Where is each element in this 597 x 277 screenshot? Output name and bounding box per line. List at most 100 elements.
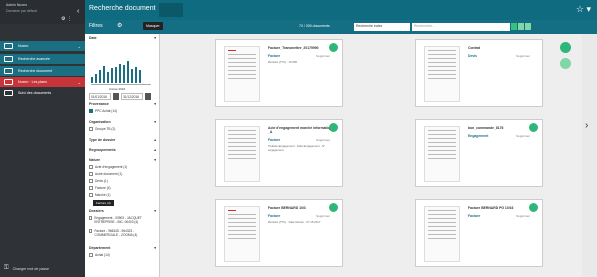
filter-departement-header[interactable]: Département ▾ xyxy=(89,246,156,250)
checkbox[interactable] xyxy=(89,193,93,197)
change-password-link[interactable]: ⚿ Changer mot de passe xyxy=(4,265,49,272)
checkbox[interactable] xyxy=(89,127,93,131)
document-thumbnail[interactable] xyxy=(424,46,460,102)
filter-checkbox[interactable]: Groupe TB (2) xyxy=(89,127,115,131)
filters-toggle[interactable]: Filtres xyxy=(89,23,103,29)
more-options-icon[interactable]: ⚙ ⋮ xyxy=(61,16,72,22)
result-card[interactable]: Contrat Devis Supprimer xyxy=(415,39,543,107)
card-status[interactable]: Supprimer xyxy=(316,54,330,58)
result-card[interactable]: Acte d'engagement marché informatique _A… xyxy=(215,119,343,187)
calendar-icon[interactable] xyxy=(145,93,151,100)
card-status[interactable]: Supprimer xyxy=(516,54,530,58)
filter-checkbox[interactable]: Autre document (1) xyxy=(89,172,122,176)
table-view-icon[interactable] xyxy=(525,23,531,30)
filter-checkbox[interactable]: PPC Achat (14) xyxy=(89,109,117,113)
chevron-down-icon[interactable]: ▾ xyxy=(154,102,156,106)
sidebar-item-nuxeo[interactable]: Nuxeo ⌄ xyxy=(0,41,85,51)
checkbox[interactable] xyxy=(89,165,93,169)
card-status[interactable]: Supprimer xyxy=(516,214,530,218)
sidebar-item-recherche-document[interactable]: Recherche document xyxy=(0,66,85,76)
tab-active[interactable] xyxy=(159,3,183,17)
card-title: Facture BERNARD PG 10/16 xyxy=(468,206,514,210)
histogram-bar[interactable] xyxy=(99,70,101,83)
document-thumbnail[interactable] xyxy=(424,206,460,262)
card-status[interactable]: Supprimer xyxy=(516,134,530,138)
chevron-down-icon[interactable]: ▾ xyxy=(154,209,156,213)
list-view-icon[interactable] xyxy=(518,23,524,30)
chevron-down-icon[interactable]: ▾ xyxy=(154,246,156,250)
checkbox[interactable] xyxy=(89,253,93,257)
checkbox[interactable] xyxy=(89,216,93,220)
chevron-down-icon[interactable]: ▾ xyxy=(154,36,156,40)
result-card[interactable]: Facture BERNARD PG 10/16 Facture Supprim… xyxy=(415,199,543,267)
document-thumbnail[interactable] xyxy=(424,126,460,182)
filter-provenance-header[interactable]: Provenance ▾ xyxy=(89,102,156,106)
filter-nature-header[interactable]: Nature ▾ xyxy=(89,158,156,162)
histogram-bar[interactable] xyxy=(103,65,105,83)
filter-checkbox[interactable]: Facture - 966345 - 964323 - COMMERCIALE … xyxy=(89,229,155,237)
share-icon[interactable] xyxy=(329,43,338,52)
checkbox[interactable] xyxy=(89,179,93,183)
histogram-bar[interactable] xyxy=(95,73,97,83)
date-to-input[interactable]: 31/12/2016 xyxy=(121,93,143,100)
filter-type-dossier-header[interactable]: Type de dossier ▴ xyxy=(89,138,156,142)
share-icon[interactable] xyxy=(529,203,538,212)
add-document-icon[interactable] xyxy=(560,42,571,53)
histogram-bar[interactable] xyxy=(127,61,129,83)
histogram-bar[interactable] xyxy=(139,70,141,83)
histogram-bar[interactable] xyxy=(135,67,137,83)
sidebar-item-suivi[interactable]: Suivi des documents xyxy=(0,88,85,98)
chevron-down-icon[interactable]: ⌄ xyxy=(78,44,81,49)
chevron-down-icon[interactable]: ▾ xyxy=(154,120,156,124)
document-thumbnail[interactable] xyxy=(224,126,260,182)
sort-select[interactable]: Recherche index xyxy=(354,23,410,31)
share-icon[interactable] xyxy=(529,123,538,132)
histogram-bar[interactable] xyxy=(91,76,93,83)
document-thumbnail[interactable] xyxy=(224,46,260,102)
sidebar-item-plans[interactable]: Nuxeo · Les plans ⌄ xyxy=(0,77,85,87)
search-input[interactable]: Rechercher... xyxy=(412,23,510,31)
filter-checkbox[interactable]: Devis (1) xyxy=(89,179,108,183)
filter-checkbox[interactable]: Engagement - 03903 - JACQUET ENTREPRISE … xyxy=(89,216,155,224)
result-card[interactable]: bon_commande_8176 Engagement Supprimer xyxy=(415,119,543,187)
calendar-icon[interactable] xyxy=(113,93,119,100)
chevron-up-icon[interactable]: ▴ xyxy=(154,148,156,152)
histogram-bar[interactable] xyxy=(111,67,113,83)
filter-checkbox[interactable]: Acte d'engagement (1) xyxy=(89,165,127,169)
histogram-bar[interactable] xyxy=(131,68,133,83)
result-card[interactable]: Facture BERNARD 10/3 Facture Supprimer M… xyxy=(215,199,343,267)
share-icon[interactable] xyxy=(329,203,338,212)
grid-view-icon[interactable] xyxy=(511,23,517,30)
filter-checkbox[interactable]: Achat (14) xyxy=(89,253,110,257)
share-icon[interactable] xyxy=(329,123,338,132)
filter-regroupements-header[interactable]: Regroupements ▴ xyxy=(89,148,156,152)
filter-dossiers-header[interactable]: Dossiers ▾ xyxy=(89,209,156,213)
card-status[interactable]: Supprimer xyxy=(316,214,330,218)
result-card[interactable]: Facture_Transmettre_20179990 Facture Sup… xyxy=(215,39,343,107)
chevron-up-icon[interactable]: ▴ xyxy=(154,138,156,142)
chevron-right-icon[interactable]: › xyxy=(585,120,588,131)
filter-checkbox[interactable]: Facture (4) xyxy=(89,186,111,190)
chevron-down-icon[interactable]: ⌄ xyxy=(78,80,81,85)
user-menu-icon[interactable]: ☆ ▾ xyxy=(576,4,591,15)
histogram-bar[interactable] xyxy=(115,66,117,83)
histogram-bar[interactable] xyxy=(107,72,109,83)
collapse-sidebar-icon[interactable]: ‹ xyxy=(77,8,79,15)
checkbox[interactable] xyxy=(89,172,93,176)
histogram-bar[interactable] xyxy=(123,64,125,83)
checkbox[interactable] xyxy=(89,186,93,190)
chevron-down-icon[interactable]: ▾ xyxy=(154,158,156,162)
date-histogram[interactable] xyxy=(91,61,151,83)
settings-circle-icon[interactable] xyxy=(560,58,571,69)
filter-checkbox[interactable]: Marché (1) xyxy=(89,193,110,197)
date-from-input[interactable]: 01/01/2016 xyxy=(89,93,111,100)
card-status[interactable]: Supprimer xyxy=(316,138,330,142)
document-thumbnail[interactable] xyxy=(224,206,260,262)
gear-icon[interactable]: ⚙ xyxy=(117,22,122,29)
checkbox[interactable] xyxy=(89,229,93,233)
checkbox[interactable] xyxy=(89,109,93,113)
filter-date-header[interactable]: Date ▾ xyxy=(89,36,156,40)
histogram-bar[interactable] xyxy=(119,63,121,83)
sidebar-item-recherche-avancee[interactable]: Recherche avancée xyxy=(0,54,85,64)
filter-organisation-header[interactable]: Organisation ▾ xyxy=(89,120,156,124)
